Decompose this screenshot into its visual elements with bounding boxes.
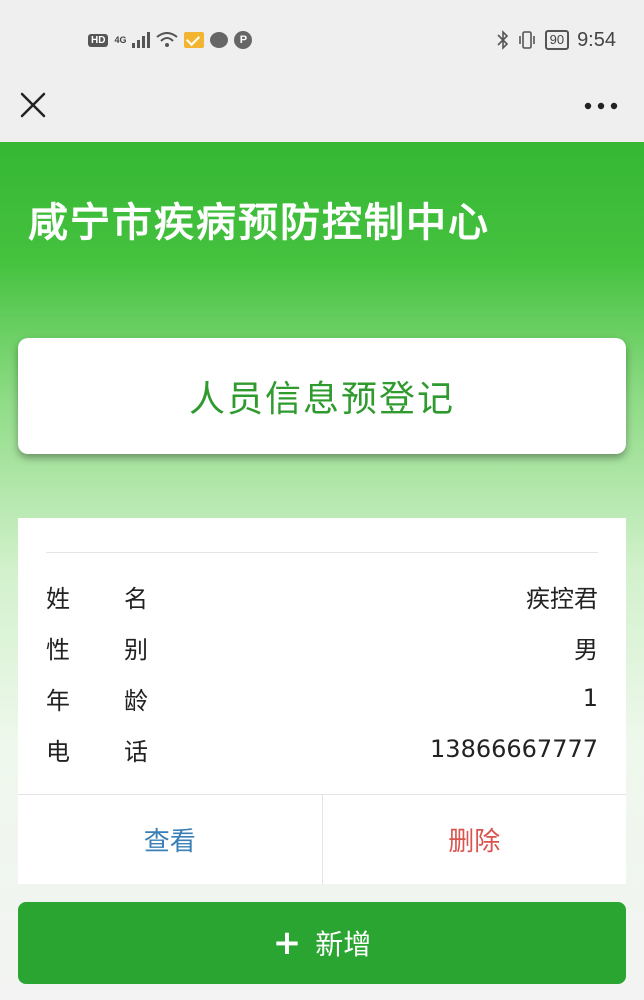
p-notification-icon: P xyxy=(234,31,253,49)
status-bar: HD 4G P 90 9:54 xyxy=(0,0,644,80)
top-nav-bar xyxy=(0,80,644,142)
status-left-icons: HD 4G P xyxy=(88,28,253,52)
field-row-gender: 性 别 男 xyxy=(46,627,598,667)
vibrate-icon xyxy=(518,31,535,49)
add-button-label: 新增 xyxy=(315,928,372,961)
field-label-char: 龄 xyxy=(124,686,148,715)
field-row-age: 年 龄 1 xyxy=(46,678,598,718)
mail-notification-icon xyxy=(184,32,205,48)
message-notification-icon xyxy=(210,32,229,48)
delete-button[interactable]: 删除 xyxy=(323,795,627,884)
registration-title: 人员信息预登记 xyxy=(188,379,455,420)
field-label-char: 电 xyxy=(46,737,70,766)
field-label-char: 年 xyxy=(46,686,70,715)
field-value-gender: 男 xyxy=(574,635,598,664)
person-info-card: 姓 名 疾控君 性 别 男 年 龄 1 电 话 13866667777 查看 删… xyxy=(18,518,626,884)
field-label-char: 名 xyxy=(124,584,148,613)
bluetooth-icon xyxy=(497,30,508,50)
network-type-label: 4G xyxy=(114,35,127,45)
view-button[interactable]: 查看 xyxy=(18,795,323,884)
field-label-char: 姓 xyxy=(46,584,70,613)
field-value-phone: 13866667777 xyxy=(430,735,598,763)
more-options-icon[interactable] xyxy=(584,98,618,112)
field-row-phone: 电 话 13866667777 xyxy=(46,729,598,769)
status-right-icons: 90 9:54 xyxy=(497,28,616,52)
add-button[interactable]: + 新增 xyxy=(18,902,626,984)
organization-title: 咸宁市疾病预防控制中心 xyxy=(28,200,490,246)
card-actions: 查看 删除 xyxy=(18,795,626,884)
wifi-icon xyxy=(156,32,179,47)
field-label: 姓 名 xyxy=(46,579,166,614)
registration-title-card: 人员信息预登记 xyxy=(18,338,626,454)
field-row-name: 姓 名 疾控君 xyxy=(46,576,598,616)
field-label-char: 性 xyxy=(46,635,70,664)
field-value-name: 疾控君 xyxy=(526,584,598,613)
battery-indicator: 90 xyxy=(544,30,570,50)
plus-icon: + xyxy=(272,923,302,963)
field-label: 性 别 xyxy=(46,630,166,665)
field-value-age: 1 xyxy=(582,684,598,712)
field-label-char: 话 xyxy=(124,737,148,766)
close-icon[interactable] xyxy=(18,90,48,120)
field-label: 年 龄 xyxy=(46,681,166,716)
clock: 9:54 xyxy=(577,28,616,51)
hd-icon: HD xyxy=(88,33,109,47)
field-label-char: 别 xyxy=(124,635,148,664)
field-label: 电 话 xyxy=(46,732,166,767)
divider xyxy=(46,552,598,553)
signal-icon xyxy=(132,32,151,48)
